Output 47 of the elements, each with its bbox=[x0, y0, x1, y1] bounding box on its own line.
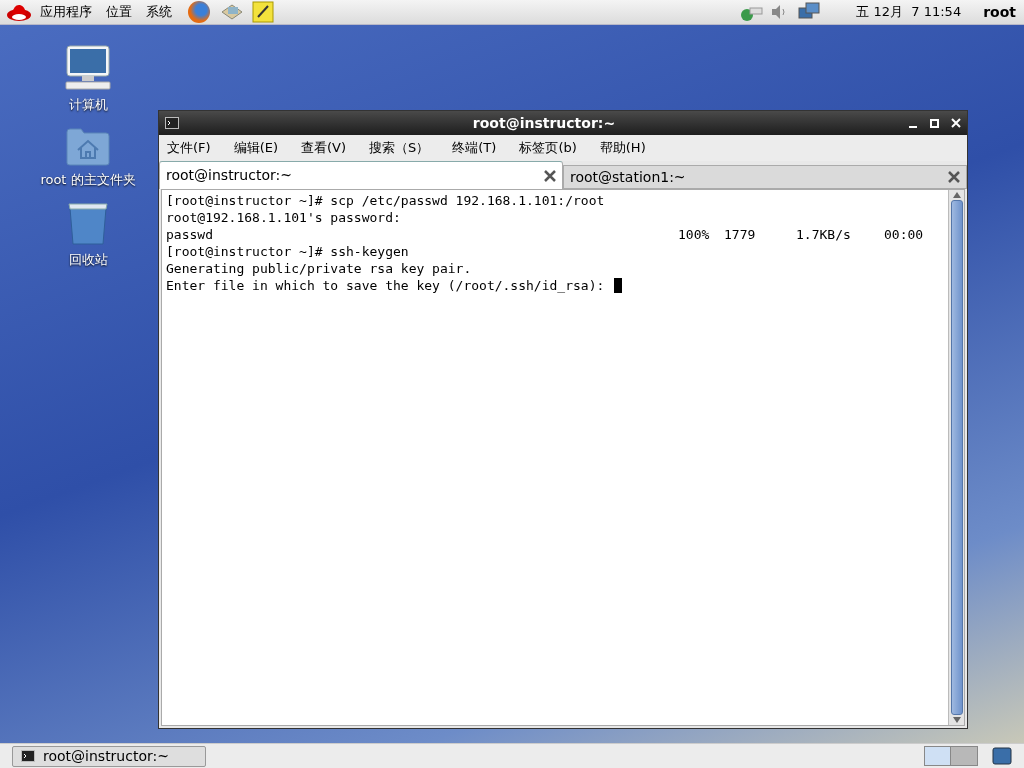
panel-menu[interactable]: 应用程序 bbox=[40, 2, 92, 22]
maximize-icon[interactable] bbox=[930, 118, 939, 128]
window-title: root@instructor:~ bbox=[471, 113, 617, 133]
terminal-line: Generating public/private rsa key pair. bbox=[166, 260, 473, 277]
home-folder-icon bbox=[66, 127, 110, 166]
trash-icon bbox=[67, 202, 109, 246]
terminal-line: root@192.168.1.101's password: bbox=[166, 209, 402, 226]
menu-item[interactable]: 搜索（S） bbox=[365, 138, 434, 158]
user-name[interactable]: root bbox=[983, 1, 1016, 23]
close-icon[interactable] bbox=[544, 169, 556, 182]
terminal-line: Enter file in which to save the key (/root/.ssh/id_rsa): bbox=[166, 277, 605, 294]
hat-logo-icon[interactable] bbox=[6, 2, 32, 22]
file-name: passwd bbox=[166, 226, 214, 243]
panel-menu[interactable]: 系统 bbox=[146, 2, 172, 22]
desktop-icon-label[interactable]: root 的主文件夹 bbox=[40, 169, 136, 189]
scroll-down-icon[interactable] bbox=[952, 717, 961, 723]
clock[interactable]: 五 12月 7 11:54 bbox=[856, 2, 962, 22]
monitor-network-icon[interactable] bbox=[798, 2, 821, 22]
transfer-rate: 1.7KB/s bbox=[796, 226, 852, 243]
desktop-icon-label[interactable]: 计算机 bbox=[68, 95, 108, 115]
transfer-size: 1779 bbox=[724, 226, 757, 243]
mail-icon[interactable] bbox=[220, 2, 244, 22]
menu-item[interactable]: 查看(V) bbox=[297, 138, 351, 158]
terminal-icon bbox=[165, 117, 179, 129]
browser-icon[interactable] bbox=[188, 1, 210, 23]
menu-item[interactable]: 编辑(E) bbox=[229, 138, 282, 158]
desktop-icon-label[interactable]: 回收站 bbox=[68, 250, 108, 270]
scrollbar[interactable] bbox=[948, 190, 964, 725]
panel-menu[interactable]: 位置 bbox=[106, 2, 132, 22]
note-pencil-icon[interactable] bbox=[252, 1, 274, 23]
menu-item[interactable]: 标签页(b) bbox=[515, 138, 581, 158]
transfer-percent: 100% bbox=[678, 226, 711, 243]
tab[interactable]: root@station1:~ bbox=[563, 165, 967, 189]
text-cursor bbox=[614, 278, 623, 293]
terminal-icon bbox=[21, 750, 35, 762]
computer-icon bbox=[64, 45, 112, 91]
scroll-up-icon[interactable] bbox=[952, 192, 961, 198]
window-list-icon[interactable] bbox=[992, 746, 1012, 766]
menu-item[interactable]: 帮助(H) bbox=[595, 138, 650, 158]
terminal-line: [root@instructor ~]# scp /etc/passwd 192.168.1.101:/root bbox=[166, 192, 606, 209]
workspace-switcher[interactable] bbox=[924, 746, 978, 766]
task-button[interactable]: root@instructor:~ bbox=[12, 745, 206, 767]
menu-item[interactable]: 终端(T) bbox=[448, 138, 501, 158]
menu-item[interactable]: 文件(F) bbox=[163, 138, 215, 158]
terminal-line: [root@instructor ~]# ssh-keygen bbox=[166, 243, 410, 260]
tab[interactable]: root@instructor:~ bbox=[159, 161, 563, 189]
transfer-time: 00:00 bbox=[884, 226, 924, 243]
